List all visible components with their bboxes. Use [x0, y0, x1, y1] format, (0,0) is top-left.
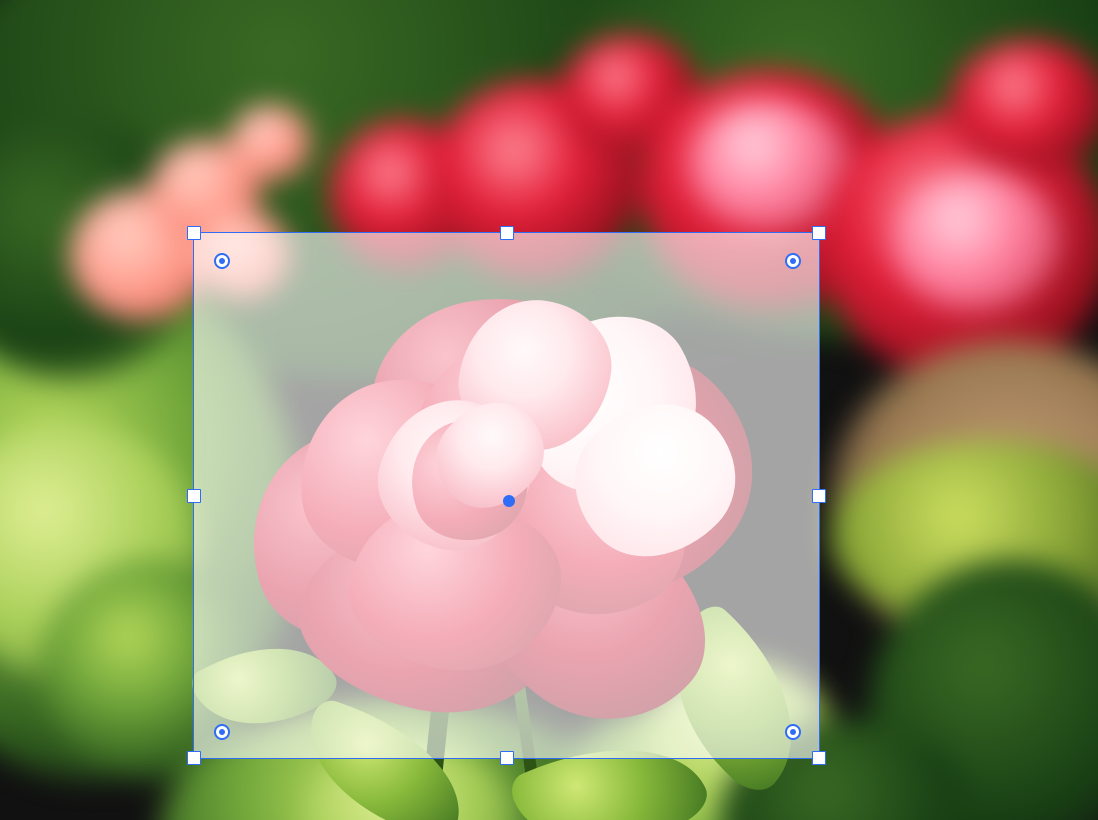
scale-handle-bottom-right[interactable] [812, 751, 826, 765]
selection-anchor[interactable] [503, 495, 515, 507]
scale-handle-top-right[interactable] [812, 226, 826, 240]
scale-handle-top-middle[interactable] [500, 226, 514, 240]
image-canvas[interactable] [0, 0, 1098, 820]
rotate-handle-bottom-right[interactable] [785, 724, 801, 740]
scale-handle-top-left[interactable] [187, 226, 201, 240]
rotate-handle-top-left[interactable] [214, 253, 230, 269]
selection-rectangle[interactable] [193, 232, 820, 759]
rotate-handle-bottom-left[interactable] [214, 724, 230, 740]
rotate-handle-top-right[interactable] [785, 253, 801, 269]
scale-handle-middle-right[interactable] [812, 489, 826, 503]
scale-handle-middle-left[interactable] [187, 489, 201, 503]
scale-handle-bottom-left[interactable] [187, 751, 201, 765]
scale-handle-bottom-middle[interactable] [500, 751, 514, 765]
